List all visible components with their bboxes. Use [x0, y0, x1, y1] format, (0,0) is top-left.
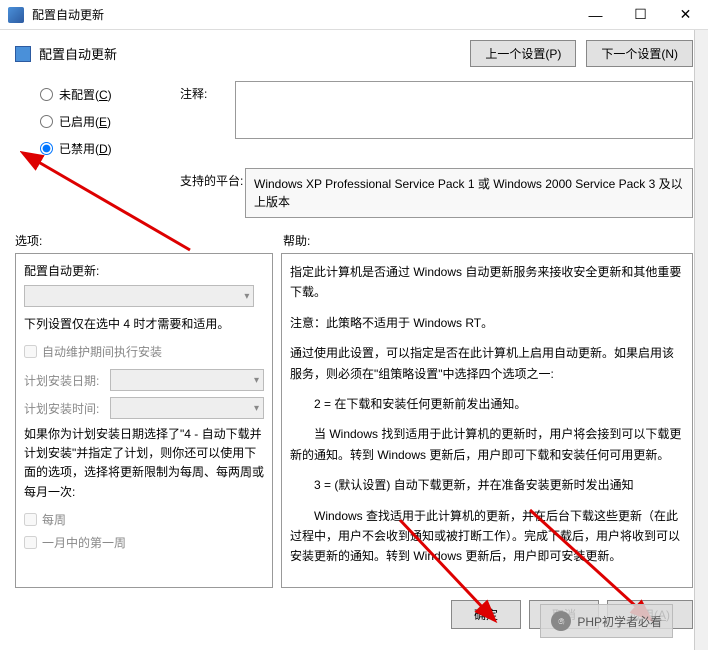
options-para: 如果你为计划安装日期选择了"4 - 自动下载并计划安装"并指定了计划，则你还可以… [24, 425, 264, 502]
platform-text: Windows XP Professional Service Pack 1 或… [245, 168, 693, 218]
check-maintenance-input[interactable] [24, 345, 37, 358]
radio-not-configured[interactable]: 未配置(C) [40, 81, 180, 108]
close-button[interactable]: ✕ [663, 0, 708, 29]
app-icon [8, 7, 24, 23]
install-time-dropdown[interactable]: ▾ [110, 397, 264, 419]
radio-disabled[interactable]: 已禁用(D) [40, 135, 180, 162]
help-p2: 注意：此策略不适用于 Windows RT。 [290, 313, 684, 333]
radio-enabled-input[interactable] [40, 115, 53, 128]
install-time-label: 计划安装时间: [24, 400, 110, 417]
next-setting-button[interactable]: 下一个设置(N) [586, 40, 693, 67]
policy-icon [15, 46, 31, 62]
help-p5: 当 Windows 找到适用于此计算机的更新时，用户将会接到可以下载更新的通知。… [290, 424, 684, 465]
platform-label: 支持的平台: [180, 168, 245, 218]
watermark-text: PHP初学者必看 [577, 613, 662, 630]
ok-button[interactable]: 确定 [451, 600, 521, 629]
help-p6: 3 = (默认设置) 自动下载更新，并在准备安装更新时发出通知 [290, 475, 684, 495]
check-maintenance-label: 自动维护期间执行安装 [42, 343, 162, 360]
check-first-week-input[interactable] [24, 536, 37, 549]
comment-label: 注释: [180, 81, 235, 162]
help-label: 帮助: [283, 232, 310, 249]
check-weekly[interactable]: 每周 [24, 508, 264, 531]
minimize-button[interactable]: — [573, 0, 618, 29]
options-title: 配置自动更新: [24, 262, 264, 279]
window-title: 配置自动更新 [32, 6, 573, 23]
radio-disabled-label: 已禁用(D) [59, 140, 112, 157]
help-p4: 2 = 在下载和安装任何更新前发出通知。 [290, 394, 684, 414]
comment-textarea[interactable] [235, 81, 693, 139]
install-day-label: 计划安装日期: [24, 372, 110, 389]
help-p3: 通过使用此设置，可以指定是否在此计算机上启用自动更新。如果启用该服务，则必须在"… [290, 343, 684, 384]
help-panel: 指定此计算机是否通过 Windows 自动更新服务来接收安全更新和其他重要下载。… [281, 253, 693, 588]
radio-enabled[interactable]: 已启用(E) [40, 108, 180, 135]
check-maintenance[interactable]: 自动维护期间执行安装 [24, 340, 264, 363]
help-p1: 指定此计算机是否通过 Windows 自动更新服务来接收安全更新和其他重要下载。 [290, 262, 684, 303]
wechat-icon: ෧ [551, 611, 571, 631]
configure-dropdown[interactable]: ▾ [24, 285, 254, 307]
policy-title: 配置自动更新 [39, 44, 470, 63]
check-weekly-label: 每周 [42, 511, 66, 528]
prev-setting-button[interactable]: 上一个设置(P) [470, 40, 576, 67]
maximize-button[interactable]: ☐ [618, 0, 663, 29]
check-first-week-label: 一月中的第一周 [42, 534, 126, 551]
options-note: 下列设置仅在选中 4 时才需要和适用。 [24, 315, 264, 332]
right-edge-strip [694, 30, 708, 650]
options-panel: 配置自动更新: ▾ 下列设置仅在选中 4 时才需要和适用。 自动维护期间执行安装… [15, 253, 273, 588]
check-first-week[interactable]: 一月中的第一周 [24, 531, 264, 554]
install-day-dropdown[interactable]: ▾ [110, 369, 264, 391]
options-label: 选项: [15, 232, 283, 249]
radio-not-configured-label: 未配置(C) [59, 86, 112, 103]
radio-disabled-input[interactable] [40, 142, 53, 155]
radio-not-configured-input[interactable] [40, 88, 53, 101]
help-p7: Windows 查找适用于此计算机的更新，并在后台下载这些更新（在此过程中，用户… [290, 506, 684, 567]
radio-enabled-label: 已启用(E) [59, 113, 111, 130]
check-weekly-input[interactable] [24, 513, 37, 526]
watermark: ෧ PHP初学者必看 [540, 604, 673, 638]
